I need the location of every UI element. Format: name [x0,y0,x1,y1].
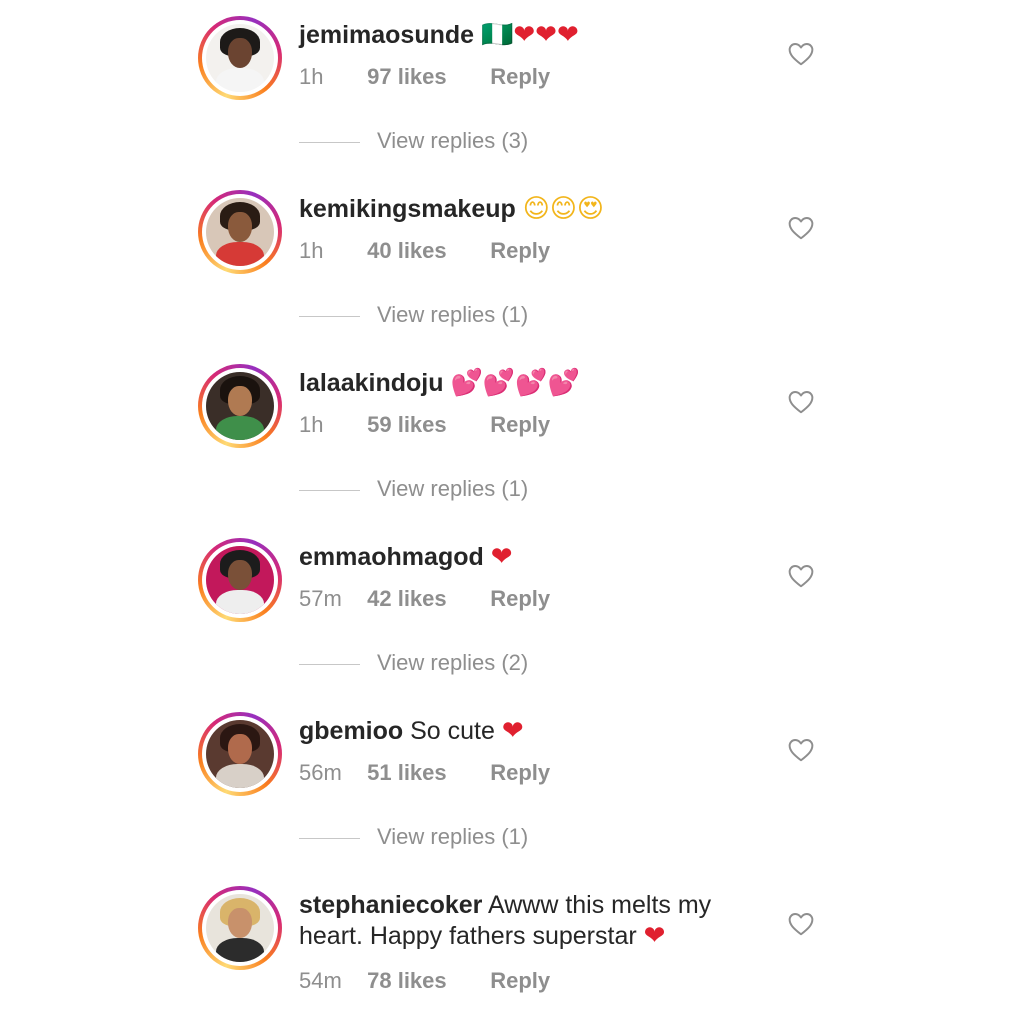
comment-time: 1h [299,238,324,263]
heart-outline-icon[interactable] [788,912,814,936]
comment-text: gbemioo So cute ❤ [299,716,749,747]
reply-button[interactable]: Reply [490,760,550,786]
reply-button[interactable]: Reply [490,238,550,264]
avatar[interactable] [198,886,282,970]
heart-outline-icon[interactable] [788,42,814,66]
comment-meta: 57m 42 likes Reply [299,586,550,612]
reply-button[interactable]: Reply [490,412,550,438]
view-replies-label: View replies (1) [377,824,529,849]
comment-meta: 1h 97 likes Reply [299,64,550,90]
comment-likes[interactable]: 51 likes [367,760,484,786]
view-replies-button[interactable]: View replies (3) [0,128,1024,158]
view-replies-label: View replies (1) [377,476,529,501]
comment-emoji: ❤ [643,921,666,951]
comment-time: 1h [299,412,324,437]
comment-emoji: 💕💕💕💕 [450,368,580,398]
comment-emoji: 🇳🇬❤❤❤ [481,20,579,50]
comment-likes[interactable]: 40 likes [367,238,484,264]
comment-username[interactable]: lalaakindoju [299,369,443,397]
reply-button[interactable]: Reply [490,64,550,90]
comment-text: kemikingsmakeup 😊😊😍 [299,194,749,225]
comment-text: emmaohmagod ❤ [299,542,749,573]
comment-time: 54m [299,968,342,993]
comment-emoji: ❤ [490,542,513,572]
comment-text: jemimaosunde 🇳🇬❤❤❤ [299,20,749,51]
avatar[interactable] [198,190,282,274]
avatar[interactable] [198,538,282,622]
comment-likes[interactable]: 97 likes [367,64,484,90]
divider [299,664,360,665]
comment-emoji: 😊😊😍 [522,194,605,224]
view-replies-label: View replies (2) [377,650,529,675]
comment-text: stephaniecoker Awww this melts my heart.… [299,890,749,952]
heart-outline-icon[interactable] [788,216,814,240]
heart-outline-icon[interactable] [788,564,814,588]
comment-username[interactable]: stephaniecoker [299,891,482,919]
avatar[interactable] [198,16,282,100]
comment-meta: 56m 51 likes Reply [299,760,550,786]
avatar[interactable] [198,712,282,796]
comment-username[interactable]: kemikingsmakeup [299,195,516,223]
view-replies-button[interactable]: View replies (2) [0,650,1024,680]
avatar[interactable] [198,364,282,448]
comment-username[interactable]: emmaohmagod [299,543,484,571]
comment-body: So cute [410,717,495,745]
comment-meta: 1h 59 likes Reply [299,412,550,438]
heart-outline-icon[interactable] [788,738,814,762]
comment-likes[interactable]: 42 likes [367,586,484,612]
comment-time: 57m [299,586,342,611]
view-replies-label: View replies (3) [377,128,529,153]
comment-time: 56m [299,760,342,785]
view-replies-label: View replies (1) [377,302,529,327]
reply-button[interactable]: Reply [490,586,550,612]
comment-meta: 1h 40 likes Reply [299,238,550,264]
comment-username[interactable]: gbemioo [299,717,403,745]
divider [299,142,360,143]
comment-text: lalaakindoju 💕💕💕💕 [299,368,749,399]
view-replies-button[interactable]: View replies (1) [0,476,1024,506]
comment-likes[interactable]: 59 likes [367,412,484,438]
divider [299,316,360,317]
comment-meta: 54m 78 likes Reply [299,968,550,994]
divider [299,490,360,491]
comment-username[interactable]: jemimaosunde [299,21,474,49]
view-replies-button[interactable]: View replies (1) [0,302,1024,332]
comment-likes[interactable]: 78 likes [367,968,484,994]
heart-outline-icon[interactable] [788,390,814,414]
comment-time: 1h [299,64,324,89]
view-replies-button[interactable]: View replies (1) [0,824,1024,854]
comment-emoji: ❤ [501,716,524,746]
reply-button[interactable]: Reply [490,968,550,994]
divider [299,838,360,839]
